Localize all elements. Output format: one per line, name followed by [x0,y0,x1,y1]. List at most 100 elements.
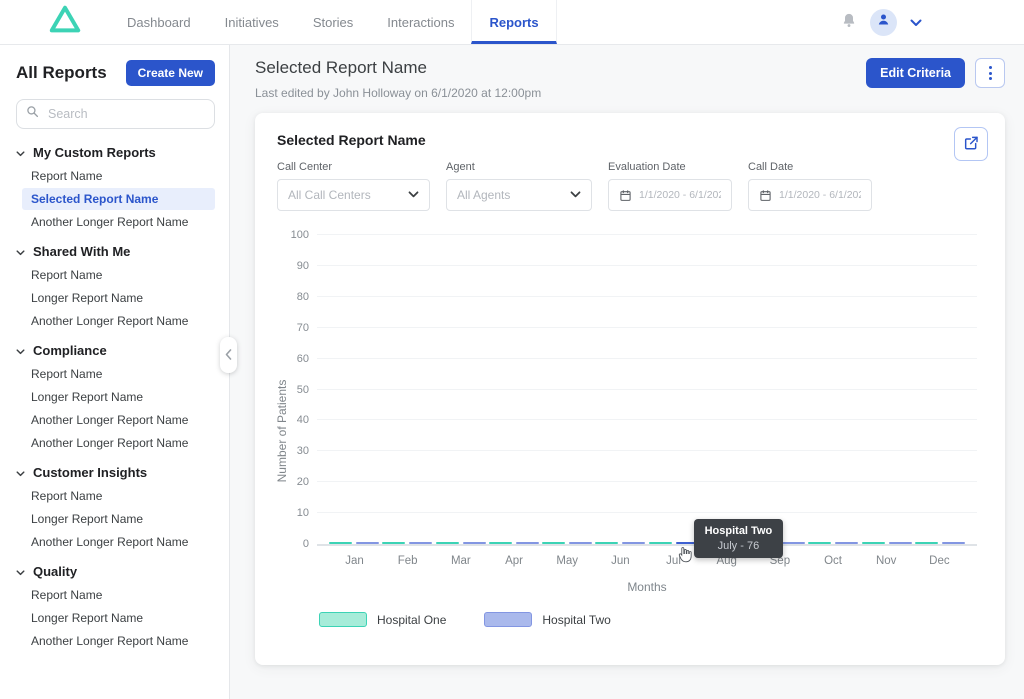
nav-item-dashboard[interactable]: Dashboard [110,0,208,44]
filter-value: 1/1/2020 - 6/1/2020 [639,189,721,201]
report-item[interactable]: Longer Report Name [22,508,215,530]
report-item-selected[interactable]: Selected Report Name [22,188,215,210]
gridline [317,512,977,513]
primary-nav: DashboardInitiativesStoriesInteractionsR… [110,0,557,44]
nav-item-interactions[interactable]: Interactions [370,0,471,44]
nav-item-reports[interactable]: Reports [471,0,556,44]
gridline [317,481,977,482]
date-input-call-date[interactable]: 1/1/2020 - 6/1/2020 [748,179,872,211]
user-avatar[interactable] [870,9,897,36]
create-new-button[interactable]: Create New [126,60,215,86]
y-tick-label: 50 [297,384,309,396]
bar-hospital-two-jun[interactable] [622,542,645,544]
y-tick-label: 40 [297,414,309,426]
logo-triangle-icon [46,3,84,42]
bar-hospital-one-mar[interactable] [436,542,459,544]
report-item[interactable]: Longer Report Name [22,287,215,309]
report-item[interactable]: Report Name [22,363,215,385]
report-item[interactable]: Another Longer Report Name [22,432,215,454]
filter-call-center: Call CenterAll Call Centers [277,161,430,211]
bar-hospital-one-jan[interactable] [329,542,352,544]
chevron-down-icon [16,465,25,480]
report-item[interactable]: Longer Report Name [22,386,215,408]
bar-hospital-one-jul[interactable] [649,542,672,544]
bar-hospital-two-oct[interactable] [835,542,858,544]
date-input-evaluation-date[interactable]: 1/1/2020 - 6/1/2020 [608,179,732,211]
report-item[interactable]: Another Longer Report Name [22,211,215,233]
bar-hospital-two-sep[interactable] [782,542,805,544]
y-tick-label: 0 [303,538,309,550]
export-report-button[interactable] [954,127,988,161]
report-item[interactable]: Another Longer Report Name [22,531,215,553]
tree-section: Shared With MeReport NameLonger Report N… [16,240,219,332]
bar-group-dec [915,542,965,544]
bar-group-jun [595,542,645,544]
bar-hospital-two-apr[interactable] [516,542,539,544]
bar-hospital-two-jan[interactable] [356,542,379,544]
filter-agent: AgentAll Agents [446,161,592,211]
report-item[interactable]: Another Longer Report Name [22,409,215,431]
app-logo[interactable] [46,0,84,44]
bar-hospital-two-may[interactable] [569,542,592,544]
report-item[interactable]: Report Name [22,165,215,187]
sidebar-collapse-button[interactable] [220,337,237,373]
bar-hospital-two-nov[interactable] [889,542,912,544]
bar-hospital-one-may[interactable] [542,542,565,544]
chevron-down-icon [16,564,25,579]
select-agent[interactable]: All Agents [446,179,592,211]
gridline [317,389,977,390]
search-input[interactable] [46,106,205,122]
tree-section-header-quality[interactable]: Quality [16,560,219,583]
report-item[interactable]: Report Name [22,485,215,507]
y-tick-label: 100 [291,229,309,241]
tree-section-header-my-custom-reports[interactable]: My Custom Reports [16,141,219,164]
filter-label: Evaluation Date [608,161,732,173]
chart-tooltip: Hospital Two July - 76 [694,519,784,558]
bar-hospital-two-feb[interactable] [409,542,432,544]
filter-label: Call Date [748,161,872,173]
report-item[interactable]: Longer Report Name [22,607,215,629]
report-item[interactable]: Report Name [22,584,215,606]
bar-group-mar [436,542,486,544]
y-tick-label: 80 [297,291,309,303]
bar-hospital-one-jun[interactable] [595,542,618,544]
bar-hospital-one-dec[interactable] [915,542,938,544]
bar-hospital-one-nov[interactable] [862,542,885,544]
bar-hospital-one-feb[interactable] [382,542,405,544]
tree-section-header-shared-with-me[interactable]: Shared With Me [16,240,219,263]
main-content: Selected Report Name Last edited by John… [230,45,1024,699]
report-item[interactable]: Report Name [22,264,215,286]
reports-sidebar: All Reports Create New My Custom Reports… [0,45,230,699]
bar-group-feb [382,542,432,544]
search-box[interactable] [16,99,215,129]
notifications-button[interactable] [841,12,857,32]
nav-item-initiatives[interactable]: Initiatives [208,0,296,44]
tree-section-header-compliance[interactable]: Compliance [16,339,219,362]
y-tick-label: 70 [297,322,309,334]
report-item[interactable]: Another Longer Report Name [22,310,215,332]
tree-section-header-customer-insights[interactable]: Customer Insights [16,461,219,484]
gridline [317,234,977,235]
chevron-down-icon [408,191,419,198]
edit-criteria-button[interactable]: Edit Criteria [866,58,965,88]
x-tick-label: Dec [914,555,965,567]
bar-hospital-two-dec[interactable] [942,542,965,544]
bar-hospital-one-apr[interactable] [489,542,512,544]
bar-hospital-two-mar[interactable] [463,542,486,544]
bar-group-jan [329,542,379,544]
report-item[interactable]: Another Longer Report Name [22,630,215,652]
bar-hospital-one-oct[interactable] [808,542,831,544]
filter-bar: Call CenterAll Call Centers AgentAll Agen… [277,161,983,211]
legend-label: Hospital One [377,613,446,627]
select-call-center[interactable]: All Call Centers [277,179,430,211]
bar-group-jul [649,542,699,544]
filter-evaluation-date: Evaluation Date 1/1/2020 - 6/1/2020 [608,161,732,211]
y-tick-label: 30 [297,445,309,457]
more-options-button[interactable] [975,58,1005,88]
nav-item-stories[interactable]: Stories [296,0,370,44]
x-tick-label: Oct [808,555,859,567]
user-menu-button[interactable] [910,15,922,30]
filter-value: All Call Centers [288,188,401,202]
tooltip-series-name: Hospital Two [705,525,773,537]
bell-icon [841,12,857,32]
